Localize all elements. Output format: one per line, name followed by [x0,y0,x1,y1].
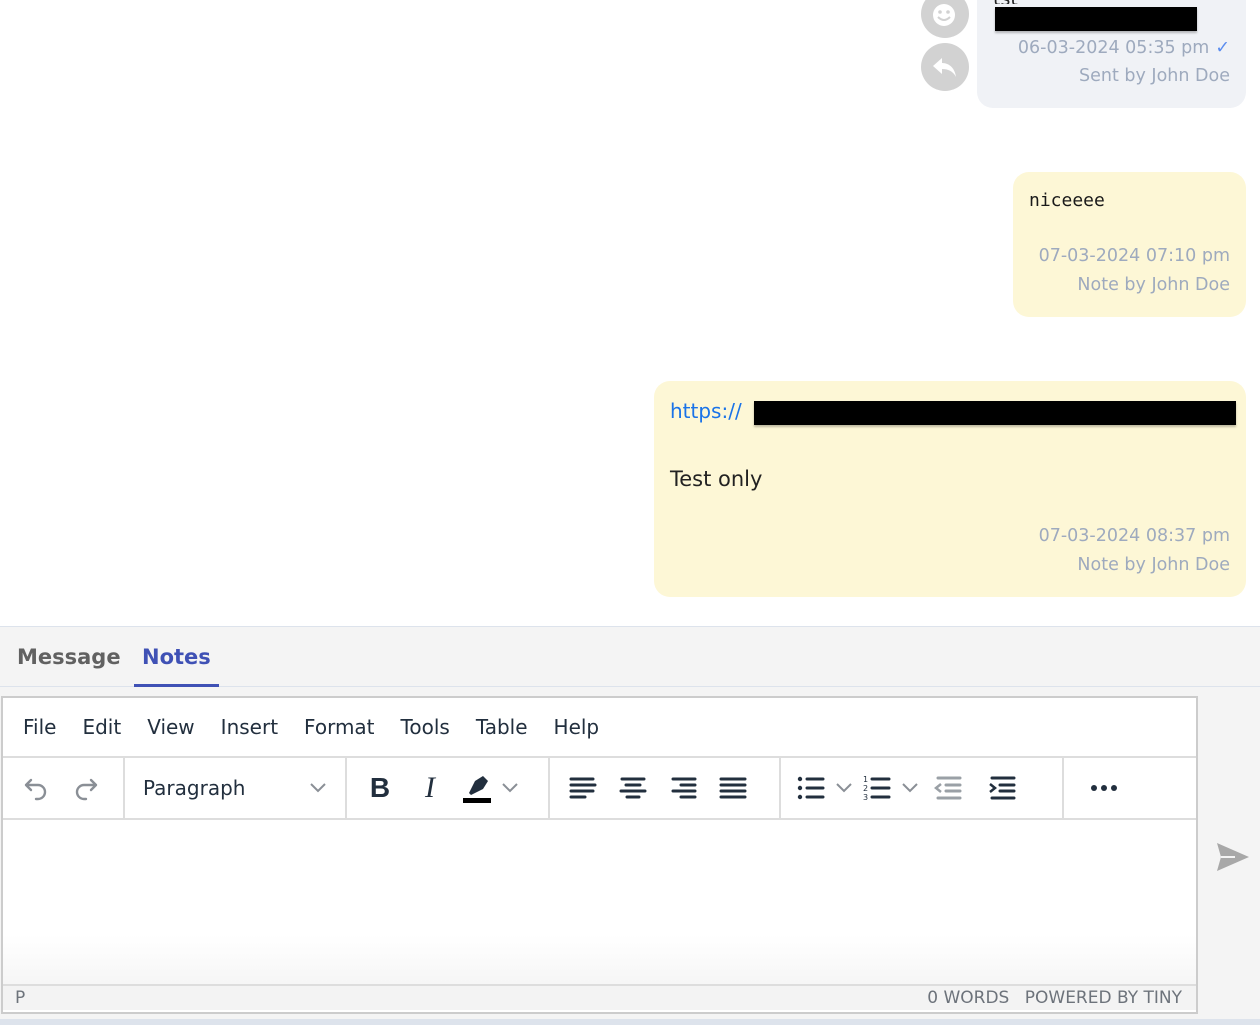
bullet-list-icon [797,776,825,800]
chevron-down-icon [836,783,852,793]
redacted-link [754,401,1236,425]
message-bubble-sent: tst 06-03-2024 05:35 pm✓ Sent by John Do… [977,0,1246,108]
bullet-list-button[interactable] [789,766,833,810]
block-format-value: Paragraph [143,776,246,800]
note-timestamp: 07-03-2024 08:37 pm [1038,526,1230,546]
menu-tools[interactable]: Tools [389,715,462,739]
word-count[interactable]: 0 WORDS [927,988,1009,1008]
check-icon: ✓ [1215,38,1230,58]
italic-icon: I [425,771,435,804]
note-text: Test only [670,467,763,491]
align-justify-button[interactable] [708,766,758,810]
menu-edit[interactable]: Edit [70,715,133,739]
divider [0,1019,1260,1025]
rich-text-editor: File Edit View Insert Format Tools Table… [1,696,1198,1014]
align-justify-icon [719,777,747,799]
add-reaction-button[interactable] [921,0,969,38]
menu-help[interactable]: Help [542,715,612,739]
emoji-add-icon [933,4,955,26]
note-author: Note by John Doe [1077,275,1230,295]
reply-icon [933,58,956,77]
branding-link[interactable]: POWERED BY TINY [1025,988,1182,1008]
menu-file[interactable]: File [11,715,68,739]
undo-icon [24,778,47,801]
svg-text:3: 3 [863,793,868,802]
align-left-button[interactable] [558,766,608,810]
composer: Message Notes File Edit View Insert Form… [0,626,1260,1025]
link-text[interactable]: https:// [670,399,742,423]
indent-icon [989,776,1016,800]
menu-format[interactable]: Format [292,715,386,739]
align-right-button[interactable] [658,766,708,810]
more-icon [1091,785,1117,791]
align-center-icon [619,777,647,799]
chat-thread: tst 06-03-2024 05:35 pm✓ Sent by John Do… [0,0,1260,626]
note-bubble: niceeee 07-03-2024 07:10 pm Note by John… [1013,172,1246,317]
tab-notes[interactable]: Notes [134,627,219,687]
note-author: Note by John Doe [1077,555,1230,575]
highlight-dropdown[interactable] [499,766,521,810]
align-right-icon [671,777,697,799]
undo-button[interactable] [11,766,61,810]
reply-button[interactable] [921,43,969,91]
more-button[interactable] [1072,766,1136,810]
redacted-content [995,7,1197,31]
bold-icon: B [369,772,391,803]
editor-content-area[interactable] [3,820,1196,984]
chevron-down-icon [502,783,518,793]
editor-statusbar: P 0 WORDS POWERED BY TINY [3,984,1196,1010]
bold-button[interactable]: B [355,766,405,810]
chevron-down-icon [902,783,918,793]
note-timestamp: 07-03-2024 07:10 pm [1038,246,1230,266]
align-center-button[interactable] [608,766,658,810]
message-timestamp: 06-03-2024 05:35 pm [1017,38,1210,58]
note-text: niceeee [1029,190,1105,211]
note-link[interactable]: https:// [670,399,742,423]
redo-icon [75,778,98,801]
numbered-list-dropdown[interactable] [899,766,921,810]
svg-text:2: 2 [863,784,868,793]
highlight-icon [463,776,491,803]
bullet-list-dropdown[interactable] [833,766,855,810]
note-bubble: https:// Test only 07-03-2024 08:37 pm N… [654,381,1246,597]
highlight-button[interactable] [455,766,499,810]
element-path[interactable]: P [15,988,25,1008]
italic-button[interactable]: I [405,766,455,810]
composer-tabs: Message Notes [0,627,1260,687]
send-icon [1217,843,1249,871]
send-button[interactable] [1213,837,1253,877]
message-text: tst [993,0,1018,4]
message-author: Sent by John Doe [1079,66,1230,86]
menu-view[interactable]: View [135,715,206,739]
menu-table[interactable]: Table [464,715,540,739]
chevron-down-icon [310,783,326,793]
block-format-select[interactable]: Paragraph [133,766,337,810]
outdent-icon [934,776,962,800]
menu-insert[interactable]: Insert [209,715,290,739]
numbered-list-button[interactable]: 123 [855,766,899,810]
editor-toolbar: Paragraph B I 1 2 3 [3,758,1196,820]
indent-button[interactable] [975,766,1029,810]
align-left-icon [569,777,597,799]
outdent-button[interactable] [921,766,975,810]
tab-message[interactable]: Message [17,627,121,687]
numbered-list-icon: 123 [863,775,891,802]
svg-text:1: 1 [863,775,868,784]
redo-button[interactable] [61,766,111,810]
editor-menubar: File Edit View Insert Format Tools Table… [3,698,1196,758]
